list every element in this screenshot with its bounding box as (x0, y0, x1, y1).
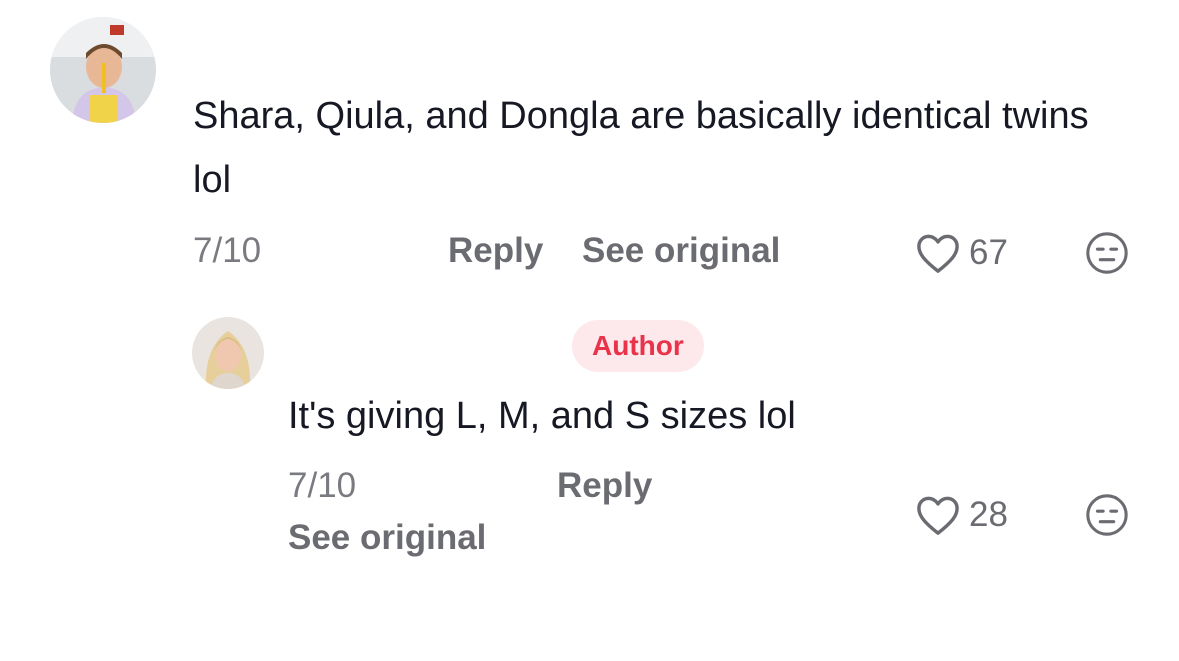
like-count: 67 (969, 233, 1008, 272)
blonde-photo-avatar-icon (192, 317, 264, 389)
comment-text: Shara, Qiula, and Dongla are basically i… (193, 95, 1089, 201)
reply-date: 7/10 (288, 466, 357, 505)
comment-thread: Shara, Qiula, and Dongla are basically i… (0, 0, 1179, 661)
author-avatar[interactable] (192, 317, 264, 389)
author-badge: Author (572, 320, 704, 372)
like-button[interactable]: 67 (915, 232, 1008, 274)
reply-button[interactable]: Reply (448, 230, 543, 272)
heart-outline-icon (917, 234, 959, 273)
reply-text: It's giving L, M, and S sizes lol (288, 395, 796, 437)
meh-face-icon[interactable] (1084, 230, 1130, 276)
see-original-button[interactable]: See original (582, 230, 780, 272)
reply-like-count: 28 (969, 495, 1008, 534)
reply-see-original-button[interactable]: See original (288, 517, 486, 559)
child-photo-avatar-icon (50, 17, 156, 123)
heart-outline-icon (917, 496, 959, 535)
commenter-avatar[interactable] (50, 17, 156, 123)
meh-face-icon[interactable] (1084, 492, 1130, 538)
comment-date: 7/10 (193, 231, 262, 270)
reply-reply-button[interactable]: Reply (557, 465, 652, 507)
reply-like-button[interactable]: 28 (915, 494, 1008, 536)
